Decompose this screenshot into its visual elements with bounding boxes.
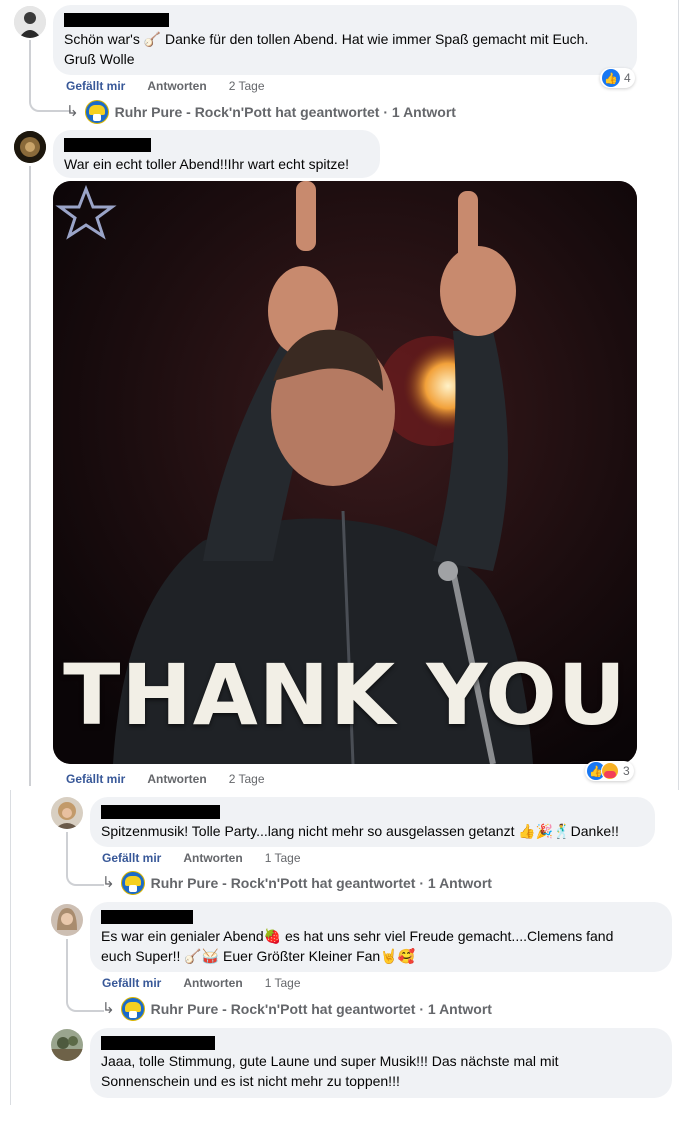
feed-right-border <box>678 0 679 790</box>
reply-text-line: euch Super!! 🪕🥁 Euer Größter Kleiner Fan… <box>101 948 416 964</box>
comment-actions: Gefällt mir Antworten 2 Tage <box>66 78 265 94</box>
like-button[interactable]: Gefällt mir <box>102 976 161 990</box>
thread-elbow <box>66 986 104 1012</box>
page-reply-text: Ruhr Pure - Rock'n'Pott hat geantwortet … <box>114 104 456 120</box>
like-button[interactable]: Gefällt mir <box>66 772 125 786</box>
reply-arrow-icon: ↳ <box>66 103 79 120</box>
reply-text-line: Spitzenmusik! Tolle Party...lang nicht m… <box>101 823 619 839</box>
gif-attachment[interactable]: THANK YOU <box>53 181 637 764</box>
timestamp[interactable]: 1 Tage <box>265 851 301 865</box>
page-reply-link[interactable]: ↳ Ruhr Pure - Rock'n'Pott hat geantworte… <box>66 100 456 124</box>
redacted-author-name <box>101 910 193 924</box>
redacted-author-name <box>64 13 169 27</box>
avatar[interactable] <box>14 6 46 38</box>
comment-actions: Gefällt mir Antworten 2 Tage <box>66 771 265 787</box>
reply-button[interactable]: Antworten <box>147 772 206 786</box>
page-avatar-icon <box>120 997 145 1021</box>
reply-text-line: Sonnenschein und es ist nicht mehr zu to… <box>101 1073 400 1089</box>
reply-button[interactable]: Antworten <box>147 79 206 93</box>
page-reply-text: Ruhr Pure - Rock'n'Pott hat geantwortet … <box>150 1001 492 1017</box>
reply-button[interactable]: Antworten <box>183 851 242 865</box>
reply-button[interactable]: Antworten <box>183 976 242 990</box>
reaction-count: 4 <box>624 71 631 85</box>
thread-line <box>66 939 68 987</box>
like-reaction-icon: 👍 <box>602 69 620 87</box>
like-button[interactable]: Gefällt mir <box>102 851 161 865</box>
comment-text-line: War ein echt toller Abend!!Ihr wart echt… <box>64 156 350 172</box>
reply-arrow-icon: ↳ <box>102 1000 115 1017</box>
reaction-summary[interactable]: 👍 3 <box>585 761 634 781</box>
thread-line <box>29 166 31 786</box>
redacted-author-name <box>64 138 151 152</box>
gif-caption: THANK YOU <box>63 646 627 744</box>
reply-text-line: Jaaa, tolle Stimmung, gute Laune und sup… <box>101 1053 559 1069</box>
thread-line <box>66 832 68 862</box>
reaction-summary[interactable]: 👍 4 <box>600 68 635 88</box>
reaction-count: 3 <box>623 764 630 778</box>
avatar[interactable] <box>51 1029 83 1061</box>
comment-text-line: Gruß Wolle <box>64 51 135 67</box>
feed-left-border <box>10 790 11 1105</box>
reply-arrow-icon: ↳ <box>102 874 115 891</box>
avatar[interactable] <box>51 797 83 829</box>
like-button[interactable]: Gefällt mir <box>66 79 125 93</box>
avatar[interactable] <box>51 904 83 936</box>
page-avatar-icon <box>84 100 109 124</box>
avatar[interactable] <box>14 131 46 163</box>
thread-elbow <box>29 88 71 112</box>
comment-text-line: Schön war's 🪕 Danke für den tollen Abend… <box>64 31 589 47</box>
reply-text-line: Es war ein genialer Abend🍓 es hat uns se… <box>101 928 614 944</box>
thread-elbow <box>66 860 104 886</box>
timestamp[interactable]: 2 Tage <box>229 772 265 786</box>
page-avatar-icon <box>120 871 145 895</box>
timestamp[interactable]: 2 Tage <box>229 79 265 93</box>
redacted-author-name <box>101 1036 215 1050</box>
page-reply-text: Ruhr Pure - Rock'n'Pott hat geantwortet … <box>150 875 492 891</box>
reply-actions: Gefällt mir Antworten 1 Tage <box>102 975 301 991</box>
reply-actions: Gefällt mir Antworten 1 Tage <box>102 850 301 866</box>
page-reply-link[interactable]: ↳ Ruhr Pure - Rock'n'Pott hat geantworte… <box>102 997 492 1021</box>
redacted-author-name <box>101 805 220 819</box>
care-reaction-icon <box>601 762 619 780</box>
timestamp[interactable]: 1 Tage <box>265 976 301 990</box>
page-reply-link[interactable]: ↳ Ruhr Pure - Rock'n'Pott hat geantworte… <box>102 871 492 895</box>
